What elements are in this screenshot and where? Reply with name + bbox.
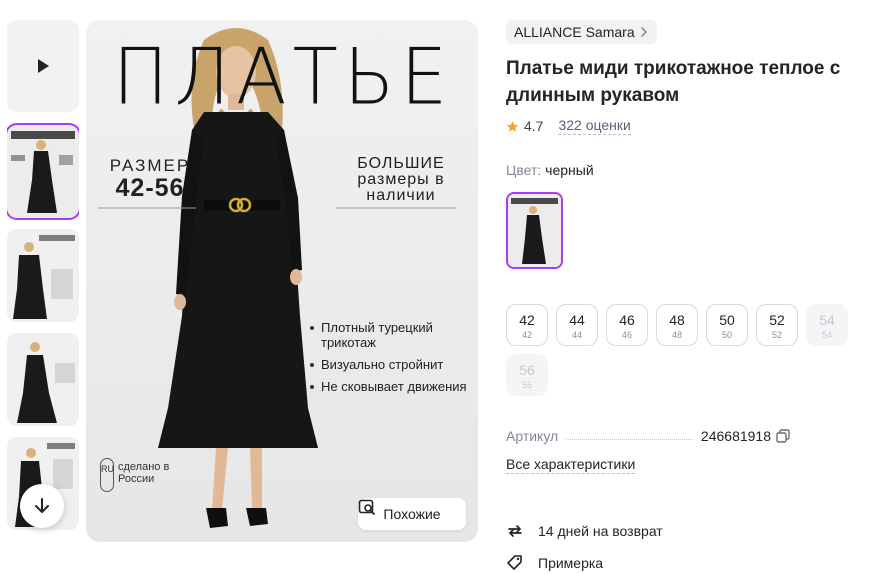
rating-row: 4.7 322 оценки — [506, 117, 631, 135]
color-value: черный — [545, 162, 594, 178]
size-option-44[interactable]: 44 44 — [556, 304, 598, 346]
arrow-down-icon — [35, 498, 49, 513]
ru-origin-badge: RU — [100, 458, 114, 492]
image-size-label: РАЗМЕР — [109, 156, 191, 175]
size-option-46[interactable]: 46 46 — [606, 304, 648, 346]
size-ru-value: 56 — [521, 380, 532, 390]
size-value: 44 — [569, 312, 585, 328]
reviews-link[interactable]: 322 оценки — [558, 117, 631, 135]
play-icon — [38, 59, 49, 73]
main-product-image[interactable]: ПЛАТЬЕ РАЗМЕР 42-56 БОЛЬШИЕ размеры в на… — [86, 20, 478, 542]
size-value: 50 — [719, 312, 735, 328]
size-option-50[interactable]: 50 50 — [706, 304, 748, 346]
size-ru-value: 42 — [521, 330, 532, 340]
color-row: Цвет: черный — [506, 162, 594, 178]
star-icon — [506, 120, 519, 132]
image-headline: ПЛАТЬЕ — [112, 31, 454, 123]
return-arrows-icon — [508, 525, 522, 537]
origin-text: сделано в России — [118, 461, 170, 485]
size-option-52[interactable]: 52 52 — [756, 304, 798, 346]
size-option-56[interactable]: 56 56 — [506, 354, 548, 396]
size-value: 46 — [619, 312, 635, 328]
size-ru-value: 44 — [571, 330, 582, 340]
product-title: Платье миди трикотажное теплое с длинным… — [506, 58, 841, 106]
rating-value: 4.7 — [524, 118, 544, 134]
size-option-54[interactable]: 54 54 — [806, 304, 848, 346]
article-number: 246681918 — [700, 428, 771, 444]
thumbnail-image[interactable] — [7, 333, 79, 426]
size-value: 54 — [819, 312, 835, 328]
image-feature-item: Не сковывает движения — [308, 379, 474, 394]
size-ru-value: 50 — [721, 330, 732, 340]
image-feature-item: Плотный турецкий трикотаж — [308, 320, 474, 350]
color-label: Цвет: — [506, 162, 542, 178]
size-value: 42 — [519, 312, 535, 328]
image-size-range: 42-56 — [115, 174, 185, 202]
chevron-right-icon — [640, 27, 647, 37]
brand-link[interactable]: ALLIANCE Samara — [506, 20, 657, 44]
thumbnail-image[interactable] — [7, 229, 79, 322]
size-ru-value: 54 — [821, 330, 832, 340]
fitting-text: Примерка — [538, 555, 604, 571]
size-value: 48 — [669, 312, 685, 328]
image-feature-item: Визуально стройнит — [308, 357, 474, 372]
image-big-sizes: БОЛЬШИЕ размеры в наличии — [357, 155, 445, 204]
size-option-42[interactable]: 42 42 — [506, 304, 548, 346]
similar-button[interactable]: Похожие — [358, 498, 466, 530]
article-row: Артикул 246681918 — [506, 428, 790, 444]
size-ru-value: 52 — [771, 330, 782, 340]
tag-icon — [507, 555, 522, 570]
size-ru-value: 48 — [671, 330, 682, 340]
all-specs-link[interactable]: Все характеристики — [506, 456, 636, 474]
article-dots — [566, 438, 693, 440]
article-label: Артикул — [506, 428, 559, 444]
size-value: 52 — [769, 312, 785, 328]
image-search-icon — [358, 499, 375, 515]
returns-info: 14 дней на возврат — [506, 522, 663, 540]
copy-icon[interactable] — [776, 429, 790, 443]
size-value: 56 — [519, 362, 535, 378]
color-swatch-black[interactable] — [506, 192, 563, 269]
fitting-info: Примерка — [506, 554, 603, 572]
size-option-48[interactable]: 48 48 — [656, 304, 698, 346]
similar-button-label: Похожие — [383, 506, 441, 522]
brand-name: ALLIANCE Samara — [514, 24, 635, 40]
thumbnails-scroll-down-button[interactable] — [20, 484, 64, 528]
thumbnail-image[interactable] — [7, 123, 79, 220]
size-ru-value: 46 — [621, 330, 632, 340]
returns-text: 14 дней на возврат — [538, 523, 663, 539]
image-feature-list: Плотный турецкий трикотаж Визуально стро… — [308, 320, 474, 401]
thumbnail-video[interactable] — [7, 20, 79, 112]
